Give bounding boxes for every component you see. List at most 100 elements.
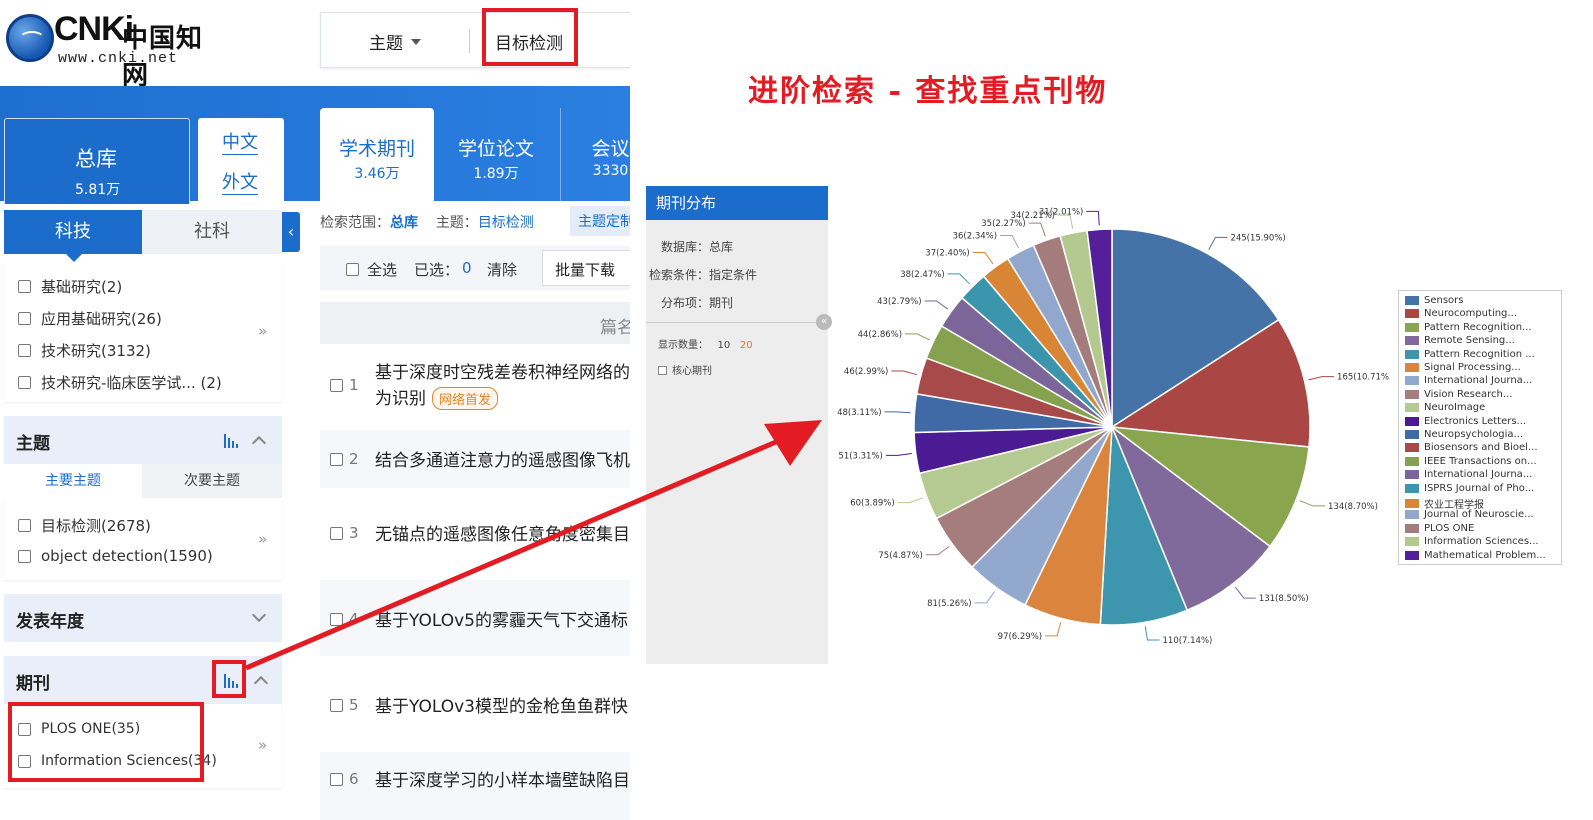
data-label: 46(2.99%) (844, 367, 888, 377)
panel-database: 数据库：总库 (661, 240, 734, 254)
filter-level-basic[interactable]: 基础研究(2) (18, 276, 122, 297)
more-chevron-icon[interactable]: » (258, 322, 267, 340)
core-journal-label: 核心期刊 (672, 366, 712, 377)
data-label: 75(4.87%) (878, 551, 922, 561)
filter-level-applied[interactable]: 应用基础研究(26) (18, 308, 162, 329)
checkbox[interactable] (18, 344, 31, 357)
result-title-link[interactable]: 基于深度时空残差卷积神经网络的 (375, 358, 630, 383)
tab-label: 学位论文 (457, 138, 534, 160)
select-all-checkbox[interactable]: 全选 (346, 259, 397, 280)
legend-item[interactable]: IEEE Transactions on... (1405, 456, 1537, 467)
legend-item[interactable]: Pattern Recognition... (1405, 322, 1532, 333)
legend-item[interactable]: ISPRS Journal of Pho... (1405, 483, 1534, 494)
topic-custom-button[interactable]: 主题定制 (570, 206, 630, 236)
legend-item[interactable]: Remote Sensing... (1405, 335, 1515, 346)
table-row[interactable]: 1 基于深度时空残差卷积神经网络的 为识别 网络首发 (320, 344, 630, 422)
checkbox[interactable] (18, 549, 31, 563)
row-checkbox[interactable]: 2 (330, 450, 359, 468)
data-label: 36(2.34%) (953, 232, 997, 242)
legend-item[interactable]: Vision Research... (1405, 389, 1512, 400)
row-checkbox[interactable]: 1 (330, 376, 359, 394)
tab-science[interactable]: 科技 (4, 210, 142, 262)
legend-item[interactable]: Biosensors and Bioel... (1405, 442, 1538, 453)
search-field-select[interactable]: 主题 (369, 29, 403, 54)
checkbox[interactable] (658, 366, 667, 375)
row-checkbox[interactable]: 3 (330, 524, 359, 542)
legend-label: Information Sciences... (1424, 536, 1539, 548)
tab-conference[interactable]: 会议 3330 (560, 108, 630, 202)
table-row[interactable]: 4 基于YOLOv5的雾霾天气下交通标 (320, 580, 630, 656)
legend-item[interactable]: Electronics Letters... (1405, 416, 1526, 427)
legend-item[interactable]: Signal Processing... (1405, 362, 1521, 373)
more-chevron-icon[interactable]: » (258, 736, 267, 754)
result-title-link[interactable]: 基于YOLOv3模型的金枪鱼鱼群快 (375, 692, 628, 717)
legend-item[interactable]: Sensors (1405, 295, 1464, 306)
more-chevron-icon[interactable]: » (258, 530, 267, 548)
result-title-cont[interactable]: 为识别 网络首发 (375, 384, 499, 410)
chart-icon[interactable] (224, 434, 240, 448)
label-leader-line (1000, 235, 1019, 249)
legend-item[interactable]: Journal of Neuroscie... (1405, 509, 1534, 520)
label-leader-line (891, 370, 918, 376)
table-row[interactable]: 6 基于深度学习的小样本墙壁缺陷目 (320, 752, 630, 820)
legend-item[interactable]: International Journa... (1405, 469, 1532, 480)
row-checkbox[interactable]: 6 (330, 770, 359, 788)
legend-item[interactable]: International Journa... (1405, 375, 1532, 386)
result-title-link[interactable]: 基于YOLOv5的雾霾天气下交通标 (375, 606, 628, 631)
collapse-sidebar-button[interactable]: ‹ (282, 212, 300, 252)
filter-level-tech[interactable]: 技术研究(3132) (18, 340, 151, 361)
tab-count: 1.89万 (473, 166, 519, 182)
chevron-down-icon[interactable] (251, 607, 267, 623)
legend-item[interactable]: Information Sciences... (1405, 536, 1539, 547)
legend-swatch (1405, 550, 1419, 560)
topic-panel-header[interactable]: 主题 (4, 416, 282, 464)
legend-item[interactable]: PLOS ONE (1405, 523, 1474, 534)
chevron-up-icon[interactable] (251, 435, 267, 451)
table-row[interactable]: 2 结合多通道注意力的遥感图像飞机 (320, 430, 630, 488)
filter-topic-2[interactable]: object detection(1590) (18, 547, 213, 565)
checkbox[interactable] (18, 312, 31, 325)
filter-level-clinical[interactable]: 技术研究-临床医学试... (2) (18, 372, 222, 393)
checkbox[interactable] (346, 263, 359, 276)
display-10-option[interactable]: 10 (718, 340, 731, 351)
result-title-link[interactable]: 结合多通道注意力的遥感图像飞机 (375, 446, 630, 471)
legend-item[interactable]: NeuroImage (1405, 402, 1485, 413)
caret-down-icon[interactable] (411, 39, 421, 45)
legend-item[interactable]: Pattern Recognition ... (1405, 349, 1535, 360)
legend-label: Neurocomputing... (1424, 308, 1517, 320)
clear-button[interactable]: 清除 (487, 259, 517, 280)
table-row[interactable]: 5 基于YOLOv3模型的金枪鱼鱼群快 (320, 666, 630, 742)
checkbox[interactable] (18, 519, 31, 532)
label-leader-line (1299, 500, 1326, 507)
tab-social-science[interactable]: 社科 (142, 210, 282, 254)
checkbox[interactable] (18, 280, 31, 293)
result-title-link[interactable]: 无锚点的遥感图像任意角度密集目 (375, 520, 630, 545)
batch-download-button[interactable]: 批量下载 (542, 250, 630, 286)
tab-count: 3330 (592, 163, 629, 179)
column-title[interactable]: 篇名 (600, 313, 630, 338)
slide-heading: 进阶检索 - 查找重点刊物 (748, 74, 1108, 109)
table-row[interactable]: 3 无锚点的遥感图像任意角度密集目 (320, 494, 630, 568)
year-panel-header[interactable]: 发表年度 (4, 594, 282, 642)
cnki-logo[interactable]: CNKi 中国知网 www.cnki.net (6, 10, 226, 91)
result-title-link[interactable]: 基于深度学习的小样本墙壁缺陷目 (375, 766, 630, 791)
tab-main-topic[interactable]: 主要主题 (4, 464, 142, 498)
tab-theses[interactable]: 学位论文 1.89万 (440, 108, 552, 202)
row-checkbox[interactable]: 4 (330, 610, 359, 628)
lang-foreign[interactable]: 外文 (222, 168, 258, 195)
core-journal-filter[interactable]: 核心期刊 (658, 362, 712, 377)
filter-topic-1[interactable]: 目标检测(2678) (18, 515, 151, 536)
checkbox[interactable] (18, 376, 31, 389)
row-checkbox[interactable]: 5 (330, 696, 359, 714)
legend-item[interactable]: Neuropsychologia... (1405, 429, 1523, 440)
tab-all-databases[interactable]: 总库 5.81万 (4, 118, 190, 204)
lang-chinese[interactable]: 中文 (222, 128, 258, 155)
legend-item[interactable]: Neurocomputing... (1405, 308, 1517, 319)
label-leader-line (924, 300, 949, 310)
chevron-up-icon[interactable] (253, 675, 269, 691)
tab-secondary-topic[interactable]: 次要主题 (142, 464, 282, 498)
data-label: 110(7.14%) (1163, 636, 1213, 646)
tab-journals[interactable]: 学术期刊 3.46万 (320, 108, 434, 202)
legend-item[interactable]: Mathematical Problem... (1405, 550, 1546, 561)
display-20-option[interactable]: 20 (740, 340, 753, 351)
